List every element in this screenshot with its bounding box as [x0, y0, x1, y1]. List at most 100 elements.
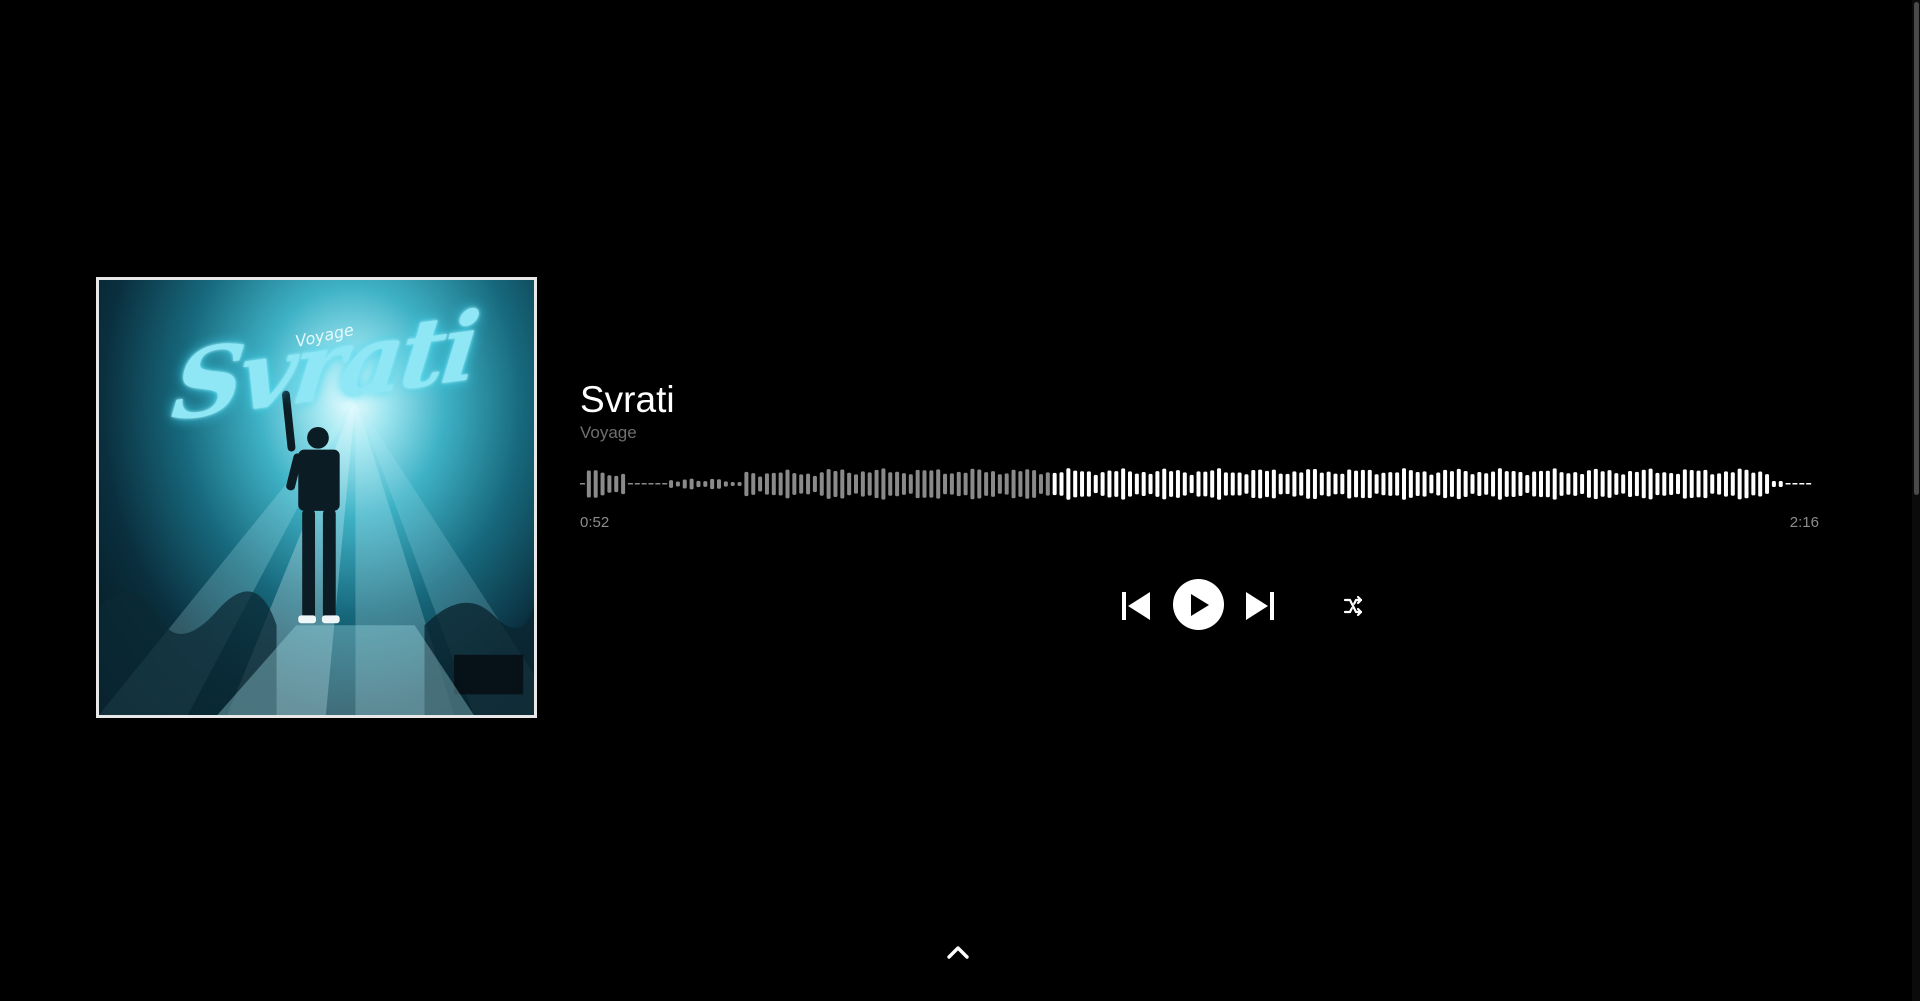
waveform-bar: [1539, 470, 1543, 498]
waveform-bar: [1360, 469, 1365, 499]
waveform-bar: [1175, 470, 1180, 498]
waveform-bar: [1196, 471, 1201, 497]
waveform-bar: [826, 469, 831, 499]
waveform-bar: [1223, 472, 1228, 496]
waveform-bar: [1388, 472, 1393, 496]
waveform-bar: [1141, 472, 1146, 496]
waveform-bar: [737, 482, 742, 486]
track-artist[interactable]: Voyage: [580, 423, 675, 443]
waveform-bar: [1230, 472, 1235, 496]
waveform-bar: [1093, 474, 1098, 494]
waveform-bar: [1025, 469, 1030, 499]
waveform-bar: [1463, 470, 1468, 498]
track-title: Svrati: [580, 379, 675, 420]
now-playing-page: Svrati Voyage Svrati Voyage 0:52 2:16: [0, 0, 1920, 1001]
waveform-bar: [1504, 471, 1509, 497]
waveform-bar: [1155, 471, 1160, 497]
waveform-bar: [717, 479, 721, 489]
waveform-bar: [1497, 468, 1502, 500]
waveform-bar: [1662, 472, 1667, 496]
skip-next-icon: [1246, 592, 1274, 620]
waveform-bar: [922, 470, 927, 498]
waveform-bar: [1648, 468, 1653, 500]
waveform-bar: [1052, 472, 1057, 496]
waveform-bar: [1737, 468, 1742, 500]
waveform-bar: [833, 471, 838, 497]
waveform-bar: [580, 483, 585, 485]
waveform-bar: [1730, 472, 1735, 496]
waveform-bar: [1477, 472, 1482, 496]
waveform-bar: [956, 471, 961, 497]
waveform-bar: [1217, 468, 1222, 500]
play-button[interactable]: [1173, 579, 1224, 630]
waveform-bar: [1436, 472, 1441, 496]
waveform-bar: [1415, 472, 1420, 496]
waveform-bar: [1593, 468, 1598, 500]
waveform-bar: [1018, 471, 1023, 497]
waveform-bar: [1634, 471, 1639, 497]
track-info: Svrati Voyage: [580, 378, 675, 443]
waveform-bar: [1073, 470, 1078, 498]
waveform-bar: [1723, 471, 1728, 497]
waveform-bar: [703, 481, 708, 487]
elapsed-time: 0:52: [580, 514, 610, 531]
waveform-bar: [1621, 474, 1626, 494]
waveform-bar: [1347, 469, 1352, 499]
waveform-bar: [840, 469, 845, 499]
waveform-bar: [792, 473, 797, 495]
previous-button[interactable]: [1120, 590, 1154, 622]
waveform-bar: [1449, 471, 1454, 497]
waveform-bars: [580, 468, 1812, 500]
waveform-bar: [1628, 471, 1633, 497]
waveform-bar: [799, 474, 804, 494]
waveform-bar: [1429, 474, 1434, 494]
waveform-bar: [1566, 473, 1571, 495]
next-button[interactable]: [1242, 590, 1276, 622]
waveform-bar: [901, 473, 906, 495]
waveform-bar: [1340, 473, 1345, 495]
waveform-bar: [1148, 473, 1153, 495]
waveform-bar: [1265, 470, 1269, 498]
waveform-bar: [963, 472, 968, 496]
waveform-bar: [1066, 468, 1071, 500]
waveform-bar: [977, 469, 982, 499]
waveform-bar: [1128, 471, 1132, 497]
waveform-bar: [1655, 472, 1660, 496]
waveform-bar: [600, 472, 605, 496]
waveform-seekbar[interactable]: [580, 466, 1818, 502]
waveform-bar: [1271, 469, 1276, 499]
waveform-bar: [1580, 473, 1585, 495]
expand-queue-button[interactable]: [944, 941, 972, 963]
waveform-bar: [1422, 471, 1427, 497]
waveform-bar: [1367, 469, 1372, 499]
waveform-bar: [854, 474, 858, 494]
waveform-bar: [621, 473, 626, 495]
waveform-bar: [764, 473, 769, 495]
shuffle-button[interactable]: [1342, 595, 1364, 617]
waveform-bar: [874, 469, 879, 499]
waveform-bar: [1669, 473, 1674, 495]
waveform-bar: [627, 483, 633, 485]
waveform-bar: [991, 471, 995, 497]
waveform-bar: [806, 473, 811, 495]
waveform-bar: [1518, 472, 1523, 496]
scrollbar[interactable]: [1912, 0, 1920, 1001]
waveform-bar: [1032, 470, 1037, 498]
waveform-bar: [1778, 481, 1783, 487]
scrollbar-thumb[interactable]: [1914, 2, 1919, 495]
waveform-bar: [771, 472, 776, 496]
waveform-bar: [662, 483, 668, 485]
waveform-bar: [984, 472, 989, 496]
waveform-bar: [1011, 469, 1016, 499]
waveform-bar: [1395, 472, 1400, 496]
waveform-bar: [1203, 471, 1208, 497]
waveform-bar: [607, 475, 612, 493]
waveform-bar: [1456, 468, 1461, 500]
waveform-bar: [1443, 469, 1448, 499]
waveform-bar: [1107, 470, 1112, 498]
waveform-bar: [1600, 471, 1605, 497]
waveform-bar: [1744, 469, 1749, 499]
waveform-bar: [860, 471, 865, 497]
waveform-bar: [1285, 473, 1290, 495]
waveform-bar: [1771, 481, 1776, 487]
